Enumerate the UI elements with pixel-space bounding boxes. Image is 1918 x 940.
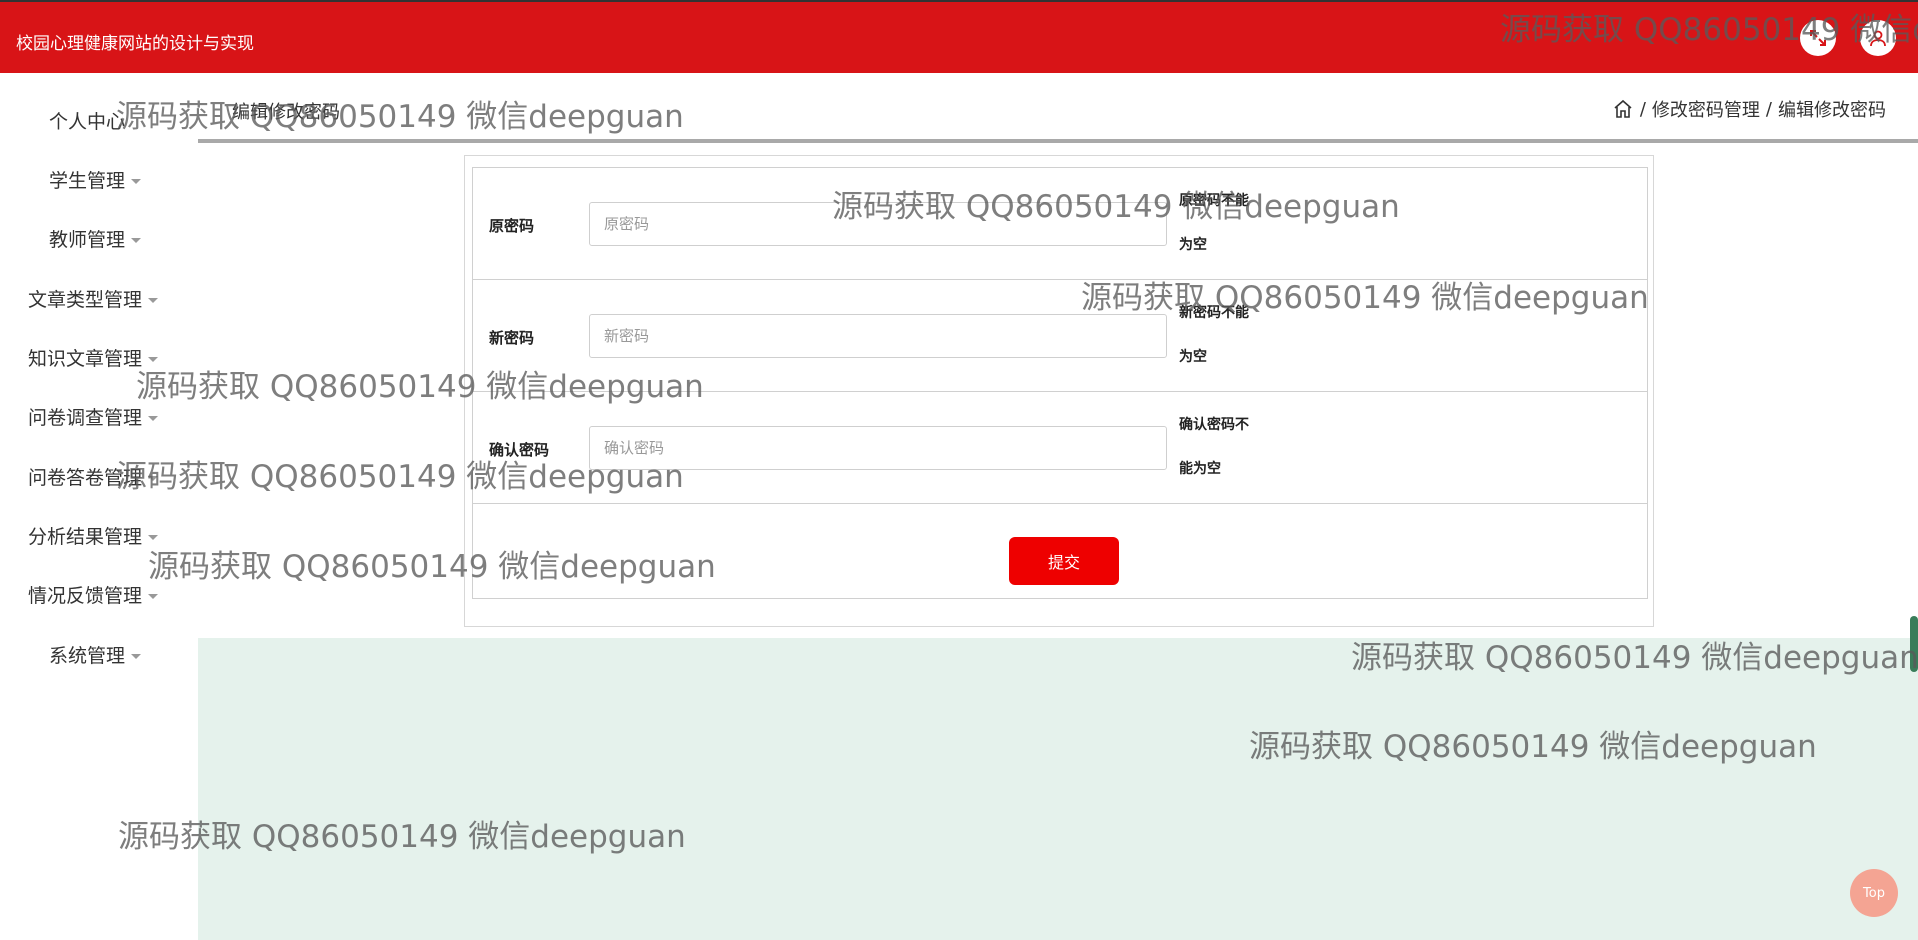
chevron-down-icon: [131, 238, 142, 243]
breadcrumb-separator: /: [1639, 98, 1646, 120]
form-row-new-password: 新密码 新密码不能 为空: [472, 279, 1648, 392]
sidebar-item-system-management[interactable]: 系统管理: [49, 641, 142, 668]
divider: [198, 139, 1918, 143]
sidebar-item-label: 教师管理: [49, 229, 126, 251]
sidebar-item-label: 文章类型管理: [28, 289, 143, 311]
sidebar-item-answer-sheet-management[interactable]: 问卷答卷管理: [28, 463, 159, 490]
new-password-input[interactable]: [589, 314, 1167, 358]
top-header: 校园心理健康网站的设计与实现: [0, 0, 1918, 73]
sidebar-item-survey-management[interactable]: 问卷调查管理: [28, 403, 159, 430]
sidebar-item-label: 个人中心: [49, 111, 126, 133]
breadcrumb-separator: /: [1765, 98, 1772, 120]
content-background: [198, 638, 1918, 940]
chevron-down-icon: [148, 298, 159, 303]
old-password-input[interactable]: [589, 202, 1167, 246]
sidebar-menu: 个人中心 学生管理 教师管理 文章类型管理 知识文章管理 问卷调查管理 问卷答卷…: [0, 73, 198, 940]
confirm-password-label: 确认密码: [489, 441, 550, 459]
chevron-down-icon: [148, 535, 159, 540]
old-password-label: 原密码: [489, 217, 535, 235]
chevron-down-icon: [131, 654, 142, 659]
error-text: 能为空: [1179, 461, 1221, 477]
page-title: 编辑修改密码: [232, 102, 340, 123]
chevron-down-icon: [148, 416, 159, 421]
new-password-error: 新密码不能 为空: [1179, 291, 1263, 379]
expand-icon[interactable]: [1800, 20, 1836, 56]
sidebar-item-label: 知识文章管理: [28, 348, 143, 370]
breadcrumb-item-edit-password: 编辑修改密码: [1778, 100, 1886, 121]
error-text: 为空: [1179, 237, 1207, 253]
confirm-password-error: 确认密码不 能为空: [1179, 403, 1263, 491]
sidebar-item-analysis-result-management[interactable]: 分析结果管理: [28, 522, 159, 549]
sidebar-item-label: 分析结果管理: [28, 526, 143, 548]
submit-button[interactable]: 提交: [1009, 537, 1119, 585]
error-text: 原密码不能: [1179, 193, 1249, 209]
new-password-label: 新密码: [489, 329, 535, 347]
user-icon[interactable]: [1860, 20, 1896, 56]
sidebar-item-label: 问卷答卷管理: [28, 467, 143, 489]
error-text: 确认密码不: [1179, 417, 1249, 433]
breadcrumb-item-password-management[interactable]: 修改密码管理: [1652, 96, 1760, 122]
form-row-confirm-password: 确认密码 确认密码不 能为空: [472, 391, 1648, 504]
password-form: 原密码 原密码不能 为空 新密码 新密码不能 为空 确认密码 确认密码不 能为空…: [464, 155, 1654, 627]
sidebar-item-knowledge-article-management[interactable]: 知识文章管理: [28, 344, 159, 371]
chevron-down-icon: [148, 594, 159, 599]
chevron-down-icon: [131, 179, 142, 184]
sidebar-item-label: 情况反馈管理: [28, 585, 143, 607]
sidebar-item-label: 问卷调查管理: [28, 407, 143, 429]
chevron-down-icon: [148, 476, 159, 481]
sidebar-item-label: 系统管理: [49, 645, 126, 667]
error-text: 为空: [1179, 349, 1207, 365]
error-text: 新密码不能: [1179, 305, 1249, 321]
sidebar-item-teacher-management[interactable]: 教师管理: [49, 225, 142, 252]
sidebar-item-label: 学生管理: [49, 170, 126, 192]
sidebar-item-feedback-management[interactable]: 情况反馈管理: [28, 581, 159, 608]
form-row-old-password: 原密码 原密码不能 为空: [472, 167, 1648, 280]
old-password-error: 原密码不能 为空: [1179, 179, 1263, 267]
home-icon[interactable]: [1612, 98, 1634, 120]
chevron-down-icon: [148, 357, 159, 362]
scrollbar[interactable]: [1910, 616, 1918, 672]
sidebar-item-student-management[interactable]: 学生管理: [49, 166, 142, 193]
back-to-top-button[interactable]: Top: [1850, 869, 1898, 917]
breadcrumb: / 修改密码管理 / 编辑修改密码: [1612, 96, 1886, 122]
sidebar-item-article-type-management[interactable]: 文章类型管理: [28, 285, 159, 312]
confirm-password-input[interactable]: [589, 426, 1167, 470]
sidebar-item-personal-center[interactable]: 个人中心: [49, 107, 125, 134]
form-row-submit: 提交: [472, 503, 1648, 599]
site-title: 校园心理健康网站的设计与实现: [16, 34, 254, 54]
